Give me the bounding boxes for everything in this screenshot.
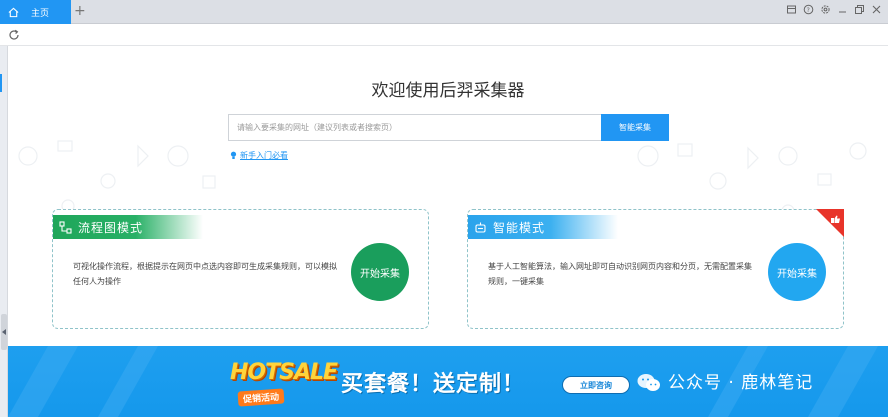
minimize-icon[interactable]	[837, 4, 848, 15]
rail-active-indicator	[0, 74, 2, 92]
help-icon[interactable]: ?	[803, 4, 814, 15]
collapse-arrow-icon	[2, 329, 6, 335]
home-panel: 欢迎使用后羿采集器 智能采集 新手入门必看 流程图模式 可视化操作流程，根据提示…	[8, 46, 888, 346]
beginner-guide-link[interactable]: 新手入门必看	[230, 150, 288, 161]
home-icon	[8, 7, 19, 17]
hotsale-logo: HOTSALE	[230, 360, 338, 385]
tab-bar: 主页 + ?	[0, 0, 888, 24]
smart-start-button[interactable]: 开始采集	[768, 243, 826, 301]
wechat-icon	[637, 374, 660, 391]
new-tab-button[interactable]: +	[74, 3, 86, 19]
window-controls: ?	[786, 4, 882, 15]
restore-icon[interactable]	[854, 4, 865, 15]
consult-button[interactable]: 立即咨询	[562, 376, 630, 394]
flowchart-icon	[59, 220, 72, 234]
watermark-text: 公众号 · 鹿林笔记	[668, 373, 814, 393]
collapse-handle[interactable]	[1, 314, 7, 350]
toolbar	[0, 24, 888, 46]
robot-icon	[475, 222, 486, 233]
settings-icon[interactable]	[820, 4, 831, 15]
promo-tag: 促销活动	[237, 388, 285, 407]
smart-mode-description: 基于人工智能算法，输入网址即可自动识别网页内容和分页，无需配置采集规则，一键采集	[488, 262, 752, 286]
welcome-title: 欢迎使用后羿采集器	[371, 81, 525, 101]
tab-label: 主页	[31, 8, 50, 19]
skin-icon[interactable]	[786, 4, 797, 15]
flowchart-mode-description: 可视化操作流程，根据提示在网页中点选内容即可生成采集规则，可以模拟任何人为操作	[73, 262, 337, 286]
promo-banner[interactable]: HOTSALE 促销活动 买套餐！送定制！ 立即咨询 公众号 · 鹿林笔记	[8, 346, 888, 417]
guide-link-label: 新手入门必看	[240, 151, 288, 160]
flowchart-mode-title: 流程图模式	[78, 220, 144, 235]
refresh-icon[interactable]	[8, 29, 20, 41]
side-rail	[0, 46, 8, 417]
flowchart-mode-header: 流程图模式	[53, 215, 203, 239]
lightbulb-icon	[230, 151, 237, 159]
promo-headline: 买套餐！送定制！	[341, 372, 526, 397]
url-input[interactable]	[228, 114, 601, 141]
smart-collect-button[interactable]: 智能采集	[601, 114, 669, 141]
smart-mode-header: 智能模式	[468, 215, 618, 239]
close-icon[interactable]	[871, 4, 882, 15]
smart-mode-card: 智能模式 基于人工智能算法，输入网址即可自动识别网页内容和分页，无需配置采集规则…	[467, 209, 844, 329]
flowchart-start-button[interactable]: 开始采集	[351, 243, 409, 301]
svg-text:?: ?	[807, 7, 810, 14]
flowchart-mode-card: 流程图模式 可视化操作流程，根据提示在网页中点选内容即可生成采集规则，可以模拟任…	[52, 209, 429, 329]
tab-home[interactable]: 主页	[0, 0, 71, 24]
thumbs-up-icon	[816, 209, 844, 237]
smart-mode-title: 智能模式	[493, 220, 546, 235]
